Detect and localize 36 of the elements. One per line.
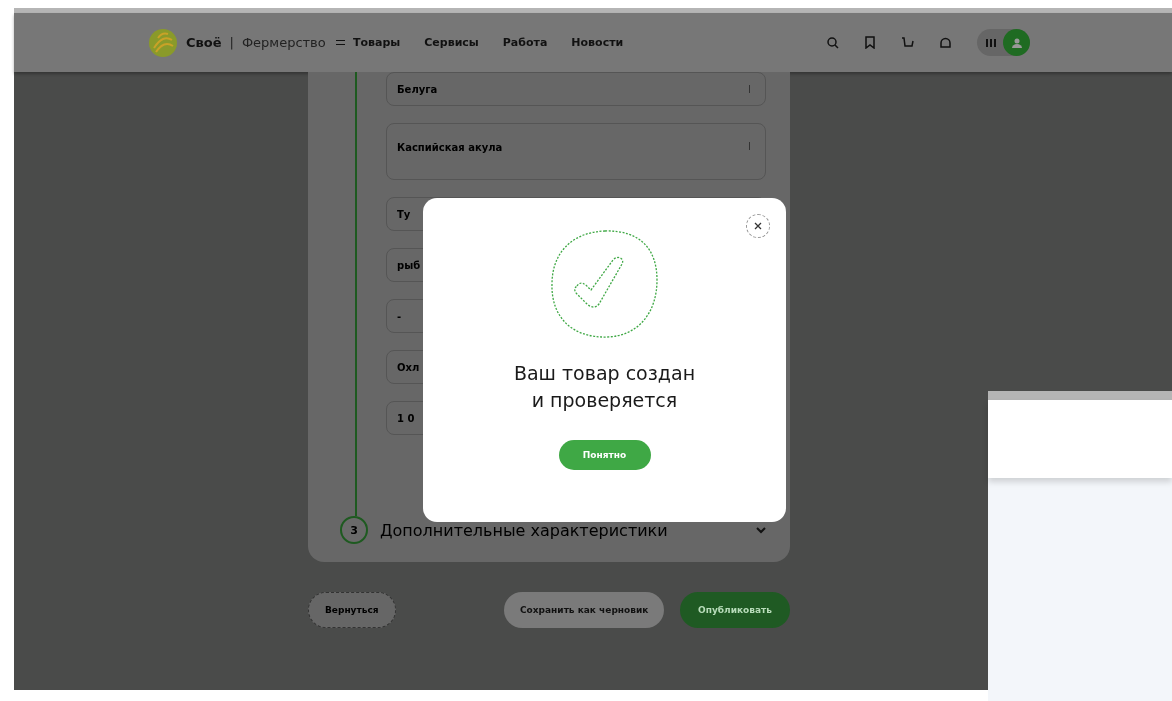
field-value: рыб [397,259,421,271]
section-title: Дополнительные характеристики [380,520,669,540]
step-number: 3 [340,516,368,544]
apps-menu-button[interactable] [977,29,1030,56]
apps-icon[interactable] [985,37,997,48]
back-button[interactable]: Вернуться [308,592,396,628]
nav-label: Товары [353,36,401,49]
logo-title: Фермерство [241,35,326,50]
field-value: Ту [397,208,411,220]
logo-separator: | [229,35,234,50]
modal-title: Ваш товар создан [513,361,696,386]
logo-name: Своё [186,35,222,50]
draft-button[interactable]: Сохранить как черновик [504,592,664,628]
nav-link[interactable]: Товары [336,36,401,49]
ok-button[interactable]: Понятно [558,440,651,470]
search-icon[interactable] [827,36,839,49]
input-field[interactable]: Каспийская акула [386,123,766,180]
input-field[interactable]: Белуга [386,72,766,106]
nav-link[interactable]: Новости [571,36,624,49]
bell-icon[interactable] [940,37,951,48]
field-value: Каспийская акула [397,142,503,153]
field-value: Охл [397,361,420,373]
publish-button[interactable]: Опубликовать [680,592,790,628]
chevron-icon[interactable] [756,526,766,534]
field-value: 1 0 [397,412,415,424]
field-value: Белуга [397,83,438,95]
field-value: - [397,310,402,322]
bookmark-icon[interactable] [865,36,875,49]
checkmark-icon [548,228,661,340]
cart-icon[interactable] [901,37,914,48]
menu-icon [336,40,345,45]
nav-link[interactable]: Работа [502,36,548,49]
modal-title: и проверяется [530,388,679,413]
close-button[interactable] [746,214,770,238]
close-icon [754,222,762,230]
nav-link[interactable]: Сервисы [424,36,479,49]
